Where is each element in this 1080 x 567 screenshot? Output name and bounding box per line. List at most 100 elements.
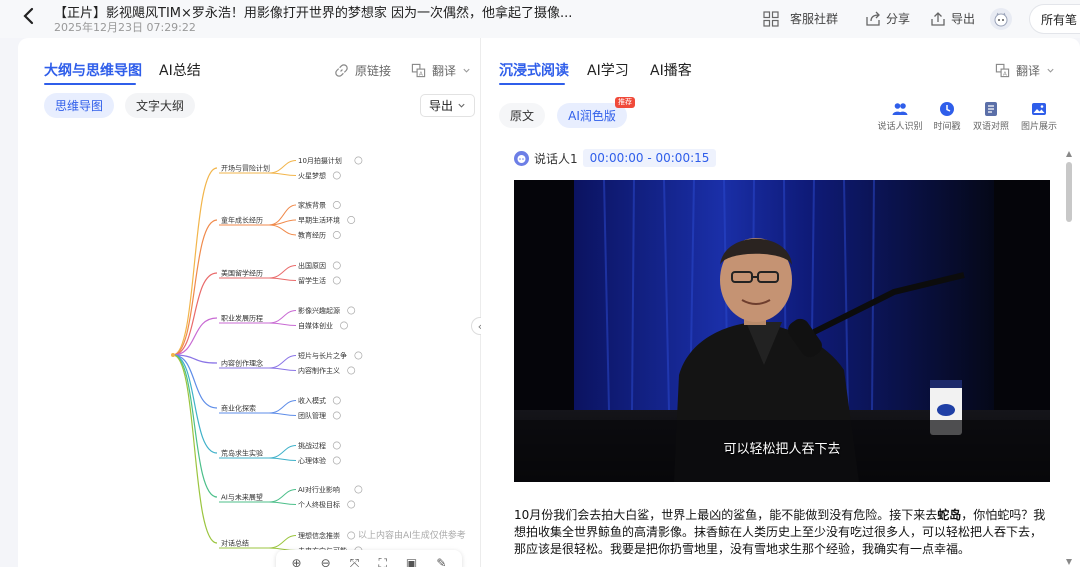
tab-ai-summary[interactable]: AI总结 xyxy=(159,60,201,80)
zoom-in-icon[interactable]: ⊕ xyxy=(292,556,302,567)
mindmap-info-icon[interactable] xyxy=(332,441,341,450)
mindmap-child-label[interactable]: 挑战过程 xyxy=(298,441,326,450)
video-frame[interactable]: 可以轻松把人吞下去 xyxy=(514,180,1050,482)
mindmap-child-label[interactable]: 火星梦想 xyxy=(298,171,326,180)
original-link-button[interactable]: 原链接 xyxy=(334,62,391,79)
mindmap-info-icon[interactable] xyxy=(347,306,356,315)
timestamp-label: 时间戳 xyxy=(933,122,961,132)
page-date: 2025年12月23日 07:29:22 xyxy=(54,21,196,34)
mindmap-child-label[interactable]: 团队管理 xyxy=(298,411,326,420)
video-still-image xyxy=(514,180,1050,482)
scroll-down-icon[interactable] xyxy=(1066,558,1072,566)
mindmap-child-label[interactable]: 个人终极目标 xyxy=(298,500,340,509)
mindmap-branch-label[interactable]: 内容创作理念 xyxy=(221,359,263,368)
mindmap-branch-label[interactable]: 美国留学经历 xyxy=(221,269,263,278)
tab-immersive-reading[interactable]: 沉浸式阅读 xyxy=(499,60,569,80)
mindmap-toolbar: ⊕ ⊖ ⤧ ⛶ ▣ ✎ xyxy=(276,550,462,567)
mindmap-branch-label[interactable]: 荒岛求生实验 xyxy=(221,449,263,458)
chevron-down-icon xyxy=(458,103,465,108)
pill-mindmap[interactable]: 思维导图 xyxy=(44,93,114,118)
clock-icon xyxy=(940,102,954,116)
mindmap-child-label[interactable]: 早期生活环境 xyxy=(298,216,340,225)
mindmap-branch-label[interactable]: 商业化探索 xyxy=(221,404,256,413)
mindmap-info-icon[interactable] xyxy=(347,500,356,509)
mindmap-canvas[interactable]: 开场与冒险计划 10月拍摄计划火星梦想童年成长经历 家族背景早期生活环境教育经历美国… xyxy=(18,140,468,550)
tab-ai-learning[interactable]: AI学习 xyxy=(587,60,629,80)
speaker-avatar-icon xyxy=(514,150,529,166)
export-top-button[interactable]: 导出 xyxy=(930,10,975,27)
mindmap-child-label[interactable]: 家族背景 xyxy=(298,201,326,210)
all-notes-button[interactable]: 所有笔 xyxy=(1030,5,1080,33)
tab-mindmap[interactable]: 大纲与思维导图 xyxy=(44,60,142,80)
image-display-button[interactable]: 图片展示 xyxy=(1013,101,1065,132)
mindmap-branch-line xyxy=(172,167,218,356)
export-top-label: 导出 xyxy=(951,12,976,26)
share-button[interactable]: 分享 xyxy=(865,10,910,27)
mindmap-child-label[interactable]: 留学生活 xyxy=(298,276,326,285)
mindmap-info-icon[interactable] xyxy=(340,321,348,330)
mindmap-child-label[interactable]: 内容制作主义 xyxy=(298,366,340,375)
mindmap-info-icon[interactable] xyxy=(332,171,341,180)
translate-right-button[interactable]: A 翻译 xyxy=(995,62,1055,79)
mindmap-child-label[interactable]: 短片与长片之争 xyxy=(298,351,347,360)
mindmap-child-line xyxy=(268,172,297,176)
mindmap-info-icon[interactable] xyxy=(332,201,341,209)
mindmap-info-icon[interactable] xyxy=(332,231,341,239)
mindmap-branch-label[interactable]: 职业发展历程 xyxy=(221,314,263,323)
fullscreen-icon[interactable]: ⛶ xyxy=(378,556,386,567)
mindmap-child-label[interactable]: 心理体验 xyxy=(298,456,326,465)
mindmap-branch-label[interactable]: 童年成长经历 xyxy=(221,216,263,225)
speaker-name: 说话人1 xyxy=(534,151,578,166)
mindmap-branch-label[interactable]: 对话总结 xyxy=(221,539,249,548)
all-notes-label: 所有笔 xyxy=(1041,12,1078,27)
mindmap-root-dot xyxy=(171,353,175,357)
timestamp-chip[interactable]: 00:00:00 - 00:00:15 xyxy=(582,149,717,167)
mindmap-info-icon[interactable] xyxy=(354,351,363,360)
mindmap-child-label[interactable]: 影像兴趣起源 xyxy=(298,306,340,315)
share-icon xyxy=(866,11,880,26)
chevron-down-icon xyxy=(1047,68,1054,73)
translate-left-button[interactable]: A 翻译 xyxy=(411,62,471,79)
svg-text:A: A xyxy=(419,72,423,78)
mindmap-info-icon[interactable] xyxy=(347,531,356,540)
pill-original[interactable]: 原文 xyxy=(499,103,545,128)
speaker-recognition-button[interactable]: 说话人识别 xyxy=(874,101,926,132)
mindmap-info-icon[interactable] xyxy=(347,366,356,375)
service-group-button[interactable]: 客服社群 xyxy=(763,10,838,27)
mindmap-child-label[interactable]: 教育经历 xyxy=(298,231,326,240)
zoom-out-icon[interactable]: ⊖ xyxy=(321,556,331,567)
tab-ai-podcast[interactable]: AI播客 xyxy=(650,60,692,80)
mindmap-info-icon[interactable] xyxy=(347,216,356,224)
translate-left-label: 翻译 xyxy=(432,64,457,78)
export-dropdown[interactable]: 导出 xyxy=(420,94,475,117)
edit-pen-icon[interactable]: ✎ xyxy=(436,556,446,567)
mindmap-info-icon[interactable] xyxy=(332,411,341,420)
mindmap-info-icon[interactable] xyxy=(354,485,363,494)
back-arrow-icon[interactable] xyxy=(22,6,36,29)
pill-text-outline[interactable]: 文字大纲 xyxy=(125,93,195,118)
mindmap-child-label[interactable]: AI对行业影响 xyxy=(298,485,340,494)
scrollbar[interactable] xyxy=(1066,150,1072,567)
mindmap-info-icon[interactable] xyxy=(332,396,341,405)
mindmap-child-label[interactable]: 出国原因 xyxy=(298,261,326,270)
mindmap-info-icon[interactable] xyxy=(332,456,341,465)
bilingual-label: 双语对照 xyxy=(972,122,1009,132)
mindmap-child-label[interactable]: 10月拍摄计划 xyxy=(298,156,342,165)
user-avatar[interactable] xyxy=(990,8,1012,30)
mindmap-branch-label[interactable]: 开场与冒险计划 xyxy=(221,164,270,173)
mindmap-child-label[interactable]: 收入模式 xyxy=(298,396,326,405)
para-highlight: 蛇岛 xyxy=(937,508,962,522)
bilingual-button[interactable]: 双语对照 xyxy=(965,101,1017,132)
mindmap-branch-label[interactable]: AI与未来展望 xyxy=(221,493,263,502)
speaker-recognition-label: 说话人识别 xyxy=(877,122,923,132)
mindmap-child-label[interactable]: 自媒体创业 xyxy=(298,321,333,330)
scroll-up-icon[interactable] xyxy=(1066,150,1072,158)
mindmap-info-icon[interactable] xyxy=(332,276,341,285)
mindmap-child-label[interactable]: 理想信念推崇 xyxy=(298,531,340,540)
mindmap-info-icon[interactable] xyxy=(332,261,341,270)
scrollbar-thumb[interactable] xyxy=(1066,162,1072,222)
layout-icon[interactable]: ▣ xyxy=(406,556,417,567)
mindmap-child-line xyxy=(268,160,297,174)
mindmap-info-icon[interactable] xyxy=(354,156,363,165)
collapse-all-icon[interactable]: ⤧ xyxy=(350,556,360,567)
